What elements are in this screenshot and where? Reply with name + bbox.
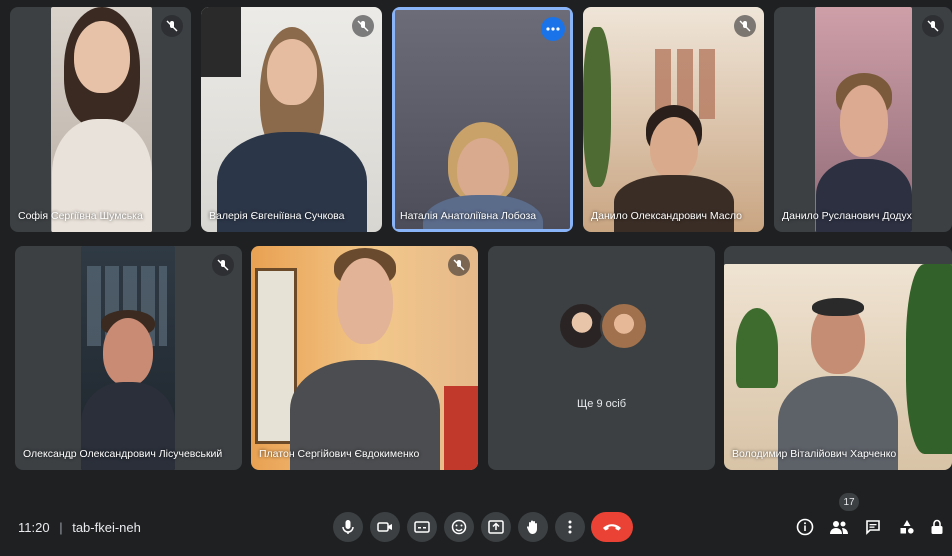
meeting-details-button[interactable] bbox=[792, 514, 818, 540]
participant-tile[interactable]: Платон Сергійович Євдокименко bbox=[251, 246, 478, 470]
chat-icon bbox=[866, 520, 880, 535]
bottom-control-bar: 11:20 | tab-fkei-neh 17 bbox=[0, 490, 952, 556]
people-count-badge: 17 bbox=[839, 493, 859, 511]
avatar bbox=[600, 302, 648, 350]
clock-time: 11:20 bbox=[18, 520, 50, 535]
participant-name: Платон Сергійович Євдокименко bbox=[259, 448, 420, 460]
present-screen-button[interactable] bbox=[481, 512, 511, 542]
mic-off-icon bbox=[448, 254, 470, 276]
camera-icon bbox=[377, 522, 392, 532]
participant-face bbox=[649, 117, 698, 179]
plant bbox=[736, 308, 778, 388]
people-icon bbox=[830, 521, 848, 534]
info-icon bbox=[796, 518, 814, 536]
participant-tile[interactable]: Данило Олександрович Масло bbox=[583, 7, 764, 232]
participant-video bbox=[724, 264, 952, 470]
participant-tile[interactable]: Олександр Олександрович Лісучевський bbox=[15, 246, 242, 470]
camera-button[interactable] bbox=[370, 512, 400, 542]
participant-face bbox=[266, 39, 317, 105]
hand-icon bbox=[526, 520, 537, 534]
microphone-icon bbox=[342, 520, 354, 534]
plant bbox=[906, 264, 952, 454]
plant bbox=[583, 27, 611, 187]
wall-shelf bbox=[201, 7, 241, 77]
more-vert-icon bbox=[568, 520, 572, 534]
others-tile[interactable]: Ще 9 осіб bbox=[488, 246, 715, 470]
participant-name: Володимир Віталійович Харченко bbox=[732, 448, 897, 460]
participant-tile[interactable]: Данило Русланович Додух bbox=[774, 7, 952, 232]
separator: | bbox=[59, 520, 63, 535]
activities-button[interactable] bbox=[894, 514, 920, 540]
emoji-icon bbox=[451, 519, 467, 535]
chair bbox=[444, 386, 478, 470]
captions-button[interactable] bbox=[407, 512, 437, 542]
participant-video bbox=[815, 7, 912, 232]
participant-video bbox=[51, 7, 152, 232]
more-options-icon[interactable] bbox=[541, 17, 565, 41]
chat-button[interactable] bbox=[860, 514, 886, 540]
participant-hair bbox=[812, 298, 864, 316]
mic-off-icon bbox=[352, 15, 374, 37]
mic-off-icon bbox=[922, 15, 944, 37]
participant-name: Софія Сергіївна Шумська bbox=[18, 210, 143, 222]
shapes-icon bbox=[900, 520, 914, 534]
lock-icon bbox=[931, 519, 943, 534]
meeting-info: 11:20 | tab-fkei-neh bbox=[18, 520, 141, 535]
mic-off-icon bbox=[161, 15, 183, 37]
more-options-button[interactable] bbox=[555, 512, 585, 542]
captions-icon bbox=[414, 521, 430, 533]
participant-name: Валерія Євгеніївна Сучкова bbox=[209, 210, 345, 222]
host-controls-button[interactable] bbox=[924, 514, 950, 540]
participant-video bbox=[81, 246, 175, 470]
participant-body bbox=[613, 175, 734, 232]
participant-name: Данило Русланович Додух bbox=[782, 210, 912, 222]
participant-video bbox=[395, 10, 570, 229]
emoji-button[interactable] bbox=[444, 512, 474, 542]
participant-tile[interactable]: Володимир Віталійович Харченко bbox=[724, 246, 952, 470]
participant-tile[interactable]: Софія Сергіївна Шумська bbox=[10, 7, 191, 232]
meeting-code: tab-fkei-neh bbox=[72, 520, 141, 535]
leave-call-button[interactable] bbox=[591, 512, 633, 542]
people-button[interactable] bbox=[826, 514, 852, 540]
raise-hand-button[interactable] bbox=[518, 512, 548, 542]
participant-video bbox=[201, 7, 382, 232]
hangup-icon bbox=[603, 524, 621, 531]
participant-name: Олександр Олександрович Лісучевський bbox=[23, 448, 223, 460]
participant-face bbox=[336, 258, 393, 344]
participant-face bbox=[839, 85, 888, 157]
participant-name: Данило Олександрович Масло bbox=[591, 210, 742, 222]
participant-face bbox=[73, 21, 130, 93]
participant-tile-active-speaker[interactable]: Наталія Анатоліївна Лобоза bbox=[392, 7, 573, 232]
others-count-label: Ще 9 осіб bbox=[576, 398, 627, 410]
participant-face bbox=[103, 318, 153, 386]
participant-face bbox=[456, 138, 509, 202]
participant-video bbox=[251, 246, 478, 470]
participant-name: Наталія Анатоліївна Лобоза bbox=[400, 210, 537, 222]
participant-video bbox=[583, 7, 764, 232]
present-icon bbox=[488, 520, 504, 534]
participant-tile[interactable]: Валерія Євгеніївна Сучкова bbox=[201, 7, 382, 232]
microphone-button[interactable] bbox=[333, 512, 363, 542]
avatar bbox=[558, 302, 606, 350]
mic-off-icon bbox=[734, 15, 756, 37]
mic-off-icon bbox=[212, 254, 234, 276]
